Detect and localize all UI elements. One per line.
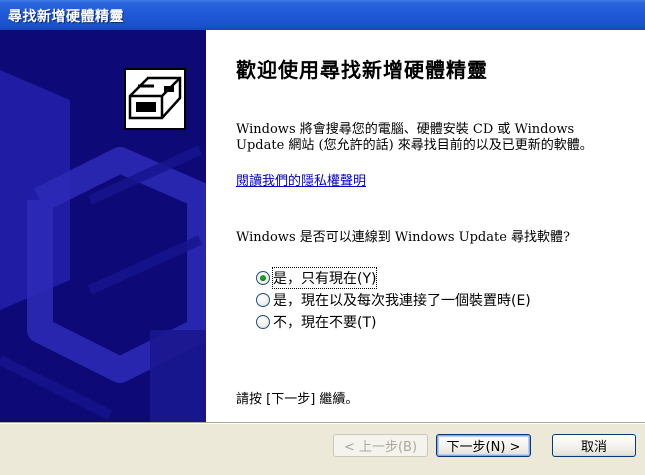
- title-bar[interactable]: 尋找新增硬體精靈: [0, 0, 645, 30]
- back-button[interactable]: < 上一步(B): [333, 434, 428, 457]
- hardware-wizard-icon: [124, 68, 186, 130]
- cancel-button[interactable]: 取消: [552, 434, 636, 457]
- wizard-content: 歡迎使用尋找新增硬體精靈 Windows 將會搜尋您的電腦、硬體安裝 CD 或 …: [206, 30, 645, 422]
- next-button[interactable]: 下一步(N) >: [436, 434, 531, 457]
- option-label: 是，現在以及每次我連接了一個裝置時(E): [273, 293, 531, 309]
- option-label: 是，只有現在(Y): [271, 267, 378, 289]
- update-question: Windows 是否可以連線到 Windows Update 尋找軟體?: [236, 230, 570, 245]
- option-label: 不，現在不要(T): [273, 315, 377, 331]
- update-options: 是，只有現在(Y) 是，現在以及每次我連接了一個裝置時(E) 不，現在不要(T): [256, 267, 531, 333]
- intro-text: Windows 將會搜尋您的電腦、硬體安裝 CD 或 Windows Updat…: [236, 122, 593, 153]
- radio-button[interactable]: [256, 293, 270, 307]
- page-title: 歡迎使用尋找新增硬體精靈: [236, 58, 488, 82]
- window-title: 尋找新增硬體精靈: [8, 9, 124, 25]
- privacy-link[interactable]: 閱讀我們的隱私權聲明: [236, 170, 366, 189]
- continue-instruction: 請按 [下一步] 繼續。: [236, 392, 359, 407]
- option-yes-always[interactable]: 是，現在以及每次我連接了一個裝置時(E): [256, 289, 531, 311]
- option-not-now[interactable]: 不，現在不要(T): [256, 311, 531, 333]
- option-yes-this-time[interactable]: 是，只有現在(Y): [256, 267, 531, 289]
- divider: [0, 422, 645, 424]
- wizard-side-panel: [0, 30, 206, 422]
- radio-button[interactable]: [256, 315, 270, 329]
- radio-button[interactable]: [256, 271, 270, 285]
